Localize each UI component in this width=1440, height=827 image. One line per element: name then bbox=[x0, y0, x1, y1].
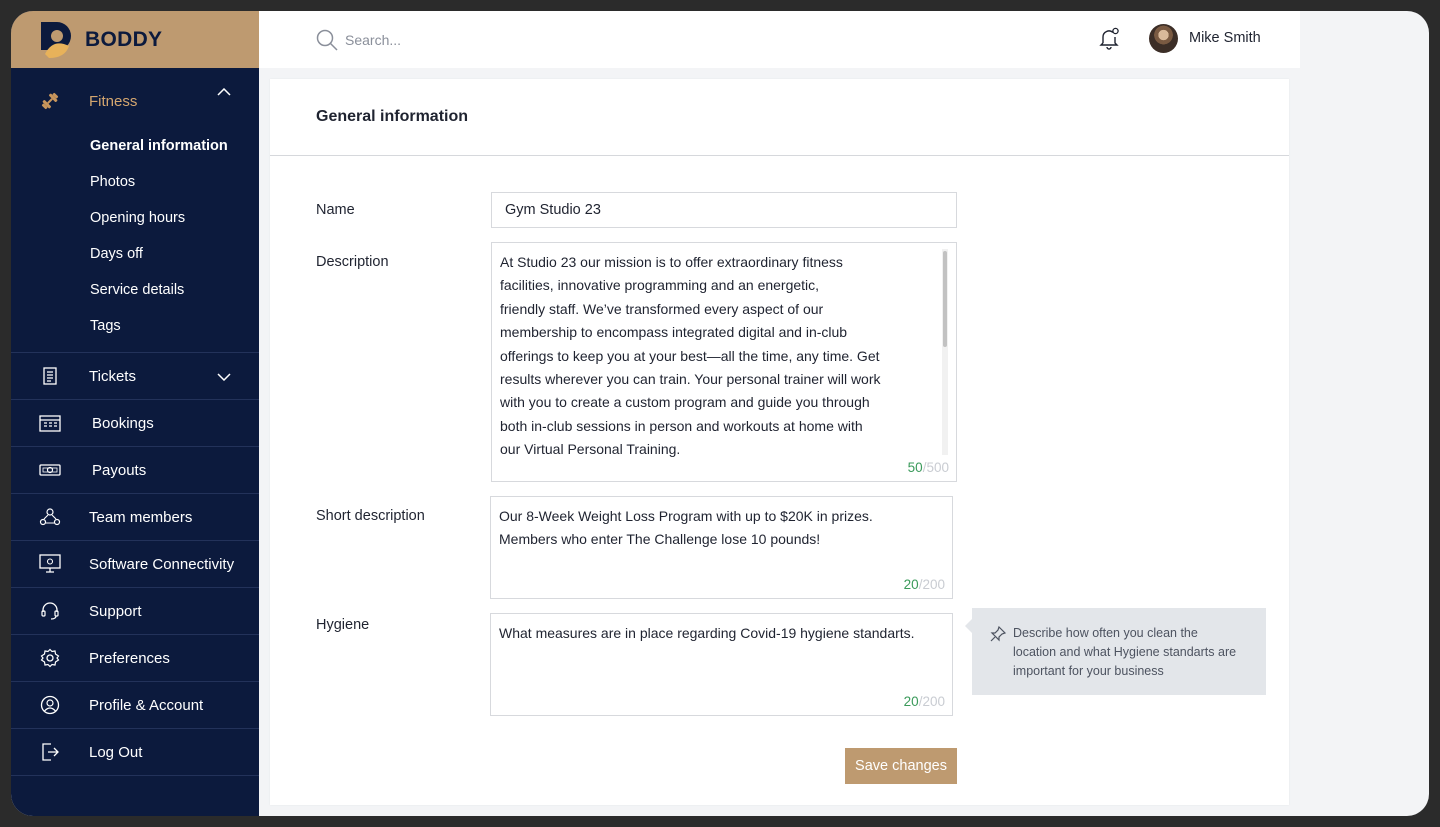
headset-icon bbox=[39, 600, 61, 622]
fitness-submenu: General information Photos Opening hours… bbox=[11, 128, 259, 352]
nav-group-bookings: Bookings bbox=[11, 400, 259, 447]
sidebar-item-fitness[interactable]: Fitness bbox=[11, 68, 259, 128]
sidebar-item-log-out[interactable]: Log Out bbox=[11, 729, 259, 775]
subitem-days-off[interactable]: Days off bbox=[11, 236, 259, 272]
hygiene-tooltip: Describe how often you clean the locatio… bbox=[965, 608, 1266, 695]
sidebar-item-label: Profile & Account bbox=[89, 696, 204, 714]
nav-group-preferences: Preferences bbox=[11, 635, 259, 682]
top-header: Mike Smith bbox=[259, 11, 1300, 68]
monitor-icon bbox=[39, 553, 61, 575]
hygiene-text: What measures are in place regarding Cov… bbox=[499, 625, 915, 641]
page-title: General information bbox=[316, 108, 469, 125]
sidebar-item-profile-account[interactable]: Profile & Account bbox=[11, 682, 259, 728]
save-changes-button[interactable]: Save changes bbox=[845, 748, 957, 784]
char-count-max: 200 bbox=[922, 577, 945, 592]
chevron-up-icon[interactable] bbox=[217, 83, 231, 100]
user-name[interactable]: Mike Smith bbox=[1189, 30, 1261, 46]
app-window: BODDY Fitness General information Photos… bbox=[11, 11, 1429, 816]
sidebar-item-team-members[interactable]: Team members bbox=[11, 494, 259, 540]
nav-group-payouts: Payouts bbox=[11, 447, 259, 494]
subitem-opening-hours[interactable]: Opening hours bbox=[11, 200, 259, 236]
sidebar-item-label: Log Out bbox=[89, 743, 143, 761]
boddy-logo-icon bbox=[39, 20, 73, 60]
pin-icon bbox=[990, 625, 1007, 647]
sidebar-item-preferences[interactable]: Preferences bbox=[11, 635, 259, 681]
description-label: Description bbox=[316, 254, 389, 270]
hygiene-textarea[interactable]: What measures are in place regarding Cov… bbox=[490, 613, 953, 716]
money-icon bbox=[39, 459, 61, 481]
description-char-counter: 50/500 bbox=[908, 460, 949, 475]
sidebar: BODDY Fitness General information Photos… bbox=[11, 11, 259, 816]
description-text: At Studio 23 our mission is to offer ext… bbox=[500, 254, 881, 458]
subitem-tags[interactable]: Tags bbox=[11, 308, 259, 344]
nav-group-fitness: Fitness General information Photos Openi… bbox=[11, 68, 259, 353]
scrollbar-thumb[interactable] bbox=[943, 251, 947, 347]
nav-group-team: Team members bbox=[11, 494, 259, 541]
nav-group-logout: Log Out bbox=[11, 729, 259, 776]
char-count-max: 500 bbox=[926, 460, 949, 475]
general-information-card: General information Name Description At … bbox=[270, 79, 1289, 805]
bell-icon[interactable] bbox=[1097, 26, 1121, 55]
nav-group-software: Software Connectivity bbox=[11, 541, 259, 588]
hygiene-label: Hygiene bbox=[316, 617, 370, 633]
char-count-current: 20 bbox=[903, 694, 919, 709]
char-count-current: 20 bbox=[903, 577, 919, 592]
short-description-label: Short description bbox=[316, 508, 425, 524]
team-icon bbox=[39, 506, 61, 528]
sidebar-item-tickets[interactable]: Tickets bbox=[11, 353, 259, 399]
short-description-text: Our 8-Week Weight Loss Program with up t… bbox=[499, 508, 873, 548]
sidebar-item-support[interactable]: Support bbox=[11, 588, 259, 634]
sidebar-item-label: Software Connectivity bbox=[89, 555, 235, 573]
sidebar-item-label: Fitness bbox=[89, 92, 138, 110]
search-icon bbox=[315, 28, 339, 57]
search-input[interactable] bbox=[345, 25, 745, 55]
sidebar-item-software-connectivity[interactable]: Software Connectivity bbox=[11, 541, 259, 587]
nav-group-support: Support bbox=[11, 588, 259, 635]
short-description-textarea[interactable]: Our 8-Week Weight Loss Program with up t… bbox=[490, 496, 953, 599]
calendar-icon bbox=[39, 412, 61, 434]
dumbbell-icon bbox=[39, 90, 61, 112]
hygiene-char-counter: 20/200 bbox=[904, 694, 945, 709]
avatar[interactable] bbox=[1149, 24, 1178, 53]
nav-group-tickets: Tickets bbox=[11, 353, 259, 400]
subitem-photos[interactable]: Photos bbox=[11, 164, 259, 200]
divider bbox=[270, 155, 1289, 156]
description-textarea[interactable]: At Studio 23 our mission is to offer ext… bbox=[491, 242, 957, 482]
char-count-max: 200 bbox=[922, 694, 945, 709]
subitem-service-details[interactable]: Service details bbox=[11, 272, 259, 308]
sidebar-item-bookings[interactable]: Bookings bbox=[11, 400, 259, 446]
name-label: Name bbox=[316, 202, 355, 218]
gear-icon bbox=[39, 647, 61, 669]
user-icon bbox=[39, 694, 61, 716]
name-field-wrapper bbox=[491, 192, 957, 228]
logout-icon bbox=[39, 741, 61, 763]
chevron-down-icon[interactable] bbox=[217, 368, 231, 385]
sidebar-item-label: Payouts bbox=[92, 461, 147, 479]
receipt-icon bbox=[39, 365, 61, 387]
tooltip-text: Describe how often you clean the locatio… bbox=[1013, 626, 1237, 678]
short-description-char-counter: 20/200 bbox=[904, 577, 945, 592]
sidebar-item-label: Bookings bbox=[92, 414, 154, 432]
name-input[interactable] bbox=[492, 193, 956, 227]
sidebar-item-label: Tickets bbox=[89, 367, 136, 385]
sidebar-item-label: Team members bbox=[89, 508, 193, 526]
sidebar-item-label: Preferences bbox=[89, 649, 170, 667]
char-count-current: 50 bbox=[907, 460, 923, 475]
brand-name: BODDY bbox=[85, 27, 163, 51]
nav-group-profile: Profile & Account bbox=[11, 682, 259, 729]
subitem-general-information[interactable]: General information bbox=[11, 128, 259, 164]
brand-header: BODDY bbox=[11, 11, 259, 68]
sidebar-item-label: Support bbox=[89, 602, 142, 620]
sidebar-item-payouts[interactable]: Payouts bbox=[11, 447, 259, 493]
